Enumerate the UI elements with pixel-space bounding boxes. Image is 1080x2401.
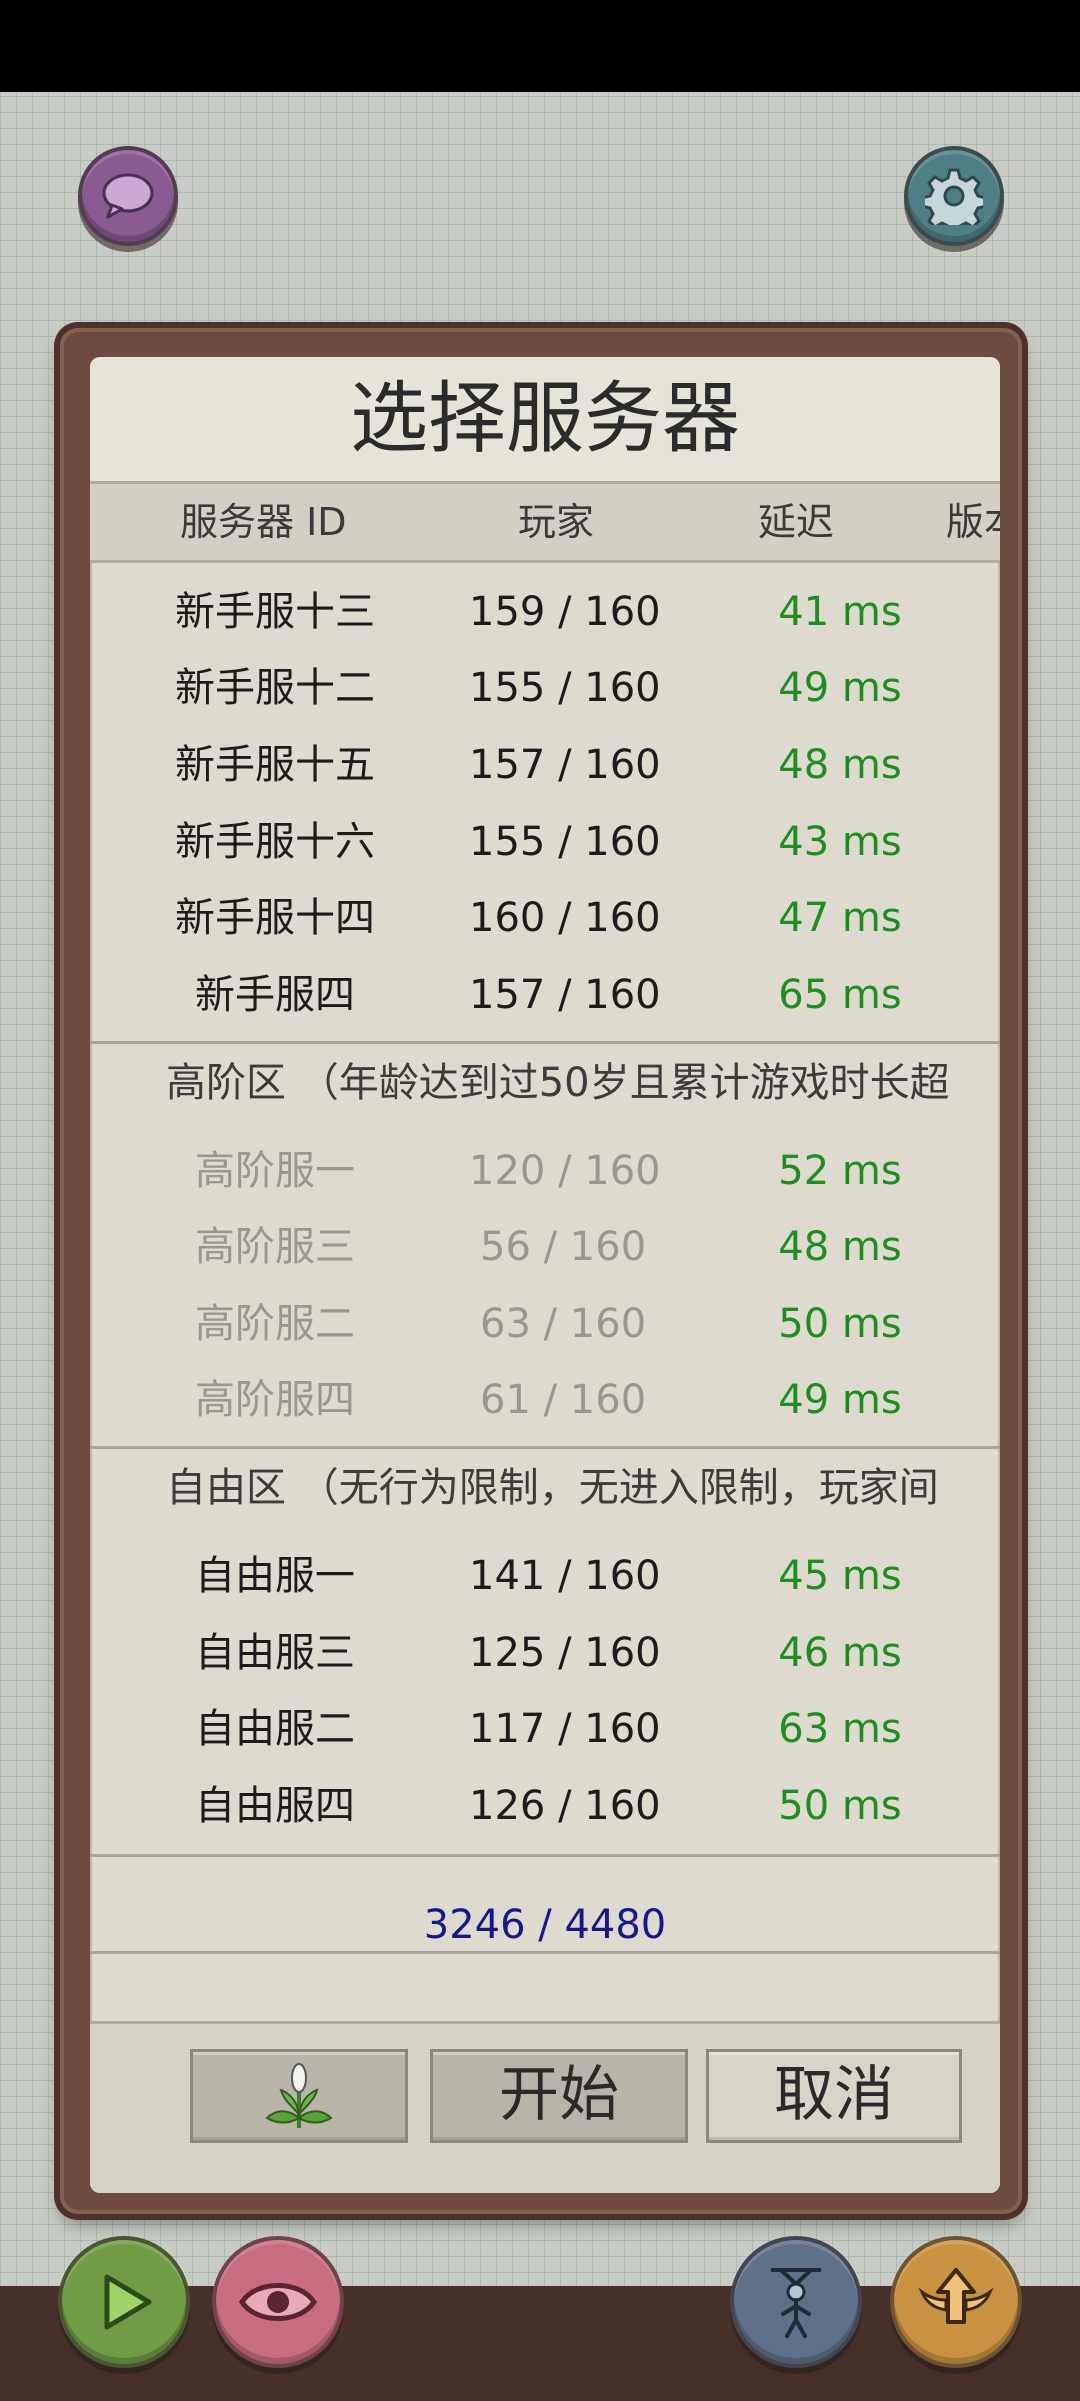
server-select-dialog: 选择服务器 服务器 ID 玩家 延迟 版本 新手服十三 159 / 160 41… [90, 357, 1000, 2193]
server-name: 高阶服一 [195, 1148, 355, 1194]
server-latency: 48 ms [778, 742, 902, 788]
server-name: 高阶服三 [195, 1224, 355, 1270]
server-name: 自由服二 [195, 1706, 355, 1752]
server-name: 新手服四 [195, 972, 355, 1018]
server-name: 新手服十六 [175, 819, 375, 865]
server-latency: 65 ms [778, 972, 902, 1018]
chat-button[interactable] [78, 146, 178, 246]
play-button[interactable] [58, 2236, 190, 2368]
server-name: 自由服三 [195, 1630, 355, 1676]
server-name: 新手服十二 [175, 665, 375, 711]
watch-button[interactable] [212, 2236, 344, 2368]
server-latency: 46 ms [778, 1630, 902, 1676]
winged-arrow-up-icon [918, 2268, 994, 2324]
plant-button[interactable] [190, 2049, 408, 2143]
start-button[interactable]: 开始 [430, 2049, 688, 2143]
server-latency: 47 ms [778, 895, 902, 941]
section-title-free: 自由区 （无行为限制，无进入限制，玩家间 [166, 1465, 939, 1511]
column-server-id: 服务器 ID [180, 500, 347, 544]
server-row[interactable]: 自由服四 126 / 160 50 ms [90, 1768, 1000, 1844]
column-header-row: 服务器 ID 玩家 延迟 版本 [90, 484, 1000, 563]
server-row[interactable]: 自由服二 117 / 160 63 ms [90, 1691, 1000, 1767]
server-latency: 63 ms [778, 1706, 902, 1752]
server-latency: 52 ms [778, 1148, 902, 1194]
gear-icon [925, 168, 983, 225]
server-row[interactable]: 新手服四 157 / 160 65 ms [90, 957, 1000, 1033]
dialog-title: 选择服务器 [90, 357, 1000, 484]
server-name: 新手服十三 [175, 589, 375, 635]
section-divider [90, 1446, 1000, 1449]
upgrade-button[interactable] [890, 2236, 1022, 2368]
server-latency: 50 ms [778, 1301, 902, 1347]
server-latency: 45 ms [778, 1553, 902, 1599]
server-latency: 43 ms [778, 819, 902, 865]
server-latency: 49 ms [778, 1377, 902, 1423]
server-row[interactable]: 新手服十二 155 / 160 49 ms [90, 650, 1000, 726]
section-divider [90, 1854, 1000, 1857]
server-name: 高阶服二 [195, 1301, 355, 1347]
server-latency: 49 ms [778, 665, 902, 711]
server-name: 高阶服四 [195, 1377, 355, 1423]
server-row[interactable]: 自由服一 141 / 160 45 ms [90, 1538, 1000, 1614]
column-players: 玩家 [518, 500, 595, 544]
section-divider [90, 1951, 1000, 1954]
server-name: 新手服十四 [175, 895, 375, 941]
eye-icon [239, 2283, 317, 2321]
column-latency: 延迟 [758, 500, 835, 544]
server-row[interactable]: 自由服三 125 / 160 46 ms [90, 1615, 1000, 1691]
server-latency: 48 ms [778, 1224, 902, 1270]
server-row[interactable]: 高阶服四 61 / 160 49 ms [90, 1362, 1000, 1438]
server-name: 自由服一 [195, 1553, 355, 1599]
puppet-figure-icon [771, 2268, 821, 2338]
server-name: 自由服四 [195, 1783, 355, 1829]
server-row[interactable]: 高阶服一 120 / 160 52 ms [90, 1133, 1000, 1209]
play-icon [104, 2274, 152, 2330]
server-row[interactable]: 高阶服三 56 / 160 48 ms [90, 1209, 1000, 1285]
flower-sprout-icon [265, 2063, 333, 2129]
server-row[interactable]: 新手服十五 157 / 160 48 ms [90, 727, 1000, 803]
server-name: 新手服十五 [175, 742, 375, 788]
server-latency: 50 ms [778, 1783, 902, 1829]
chat-bubble-icon [102, 173, 154, 219]
status-bar [0, 0, 1080, 92]
puppet-button[interactable] [730, 2236, 862, 2368]
section-title-advanced: 高阶区 （年龄达到过50岁且累计游戏时长超 [166, 1060, 950, 1106]
server-row[interactable]: 新手服十六 155 / 160 43 ms [90, 804, 1000, 880]
section-divider [90, 1041, 1000, 1044]
column-version: 版本 [946, 500, 1000, 544]
cancel-button[interactable]: 取消 [706, 2049, 962, 2143]
server-row[interactable]: 高阶服二 63 / 160 50 ms [90, 1286, 1000, 1362]
server-row[interactable]: 新手服十四 160 / 160 47 ms [90, 880, 1000, 956]
settings-button[interactable] [904, 146, 1004, 246]
server-latency: 41 ms [778, 589, 902, 635]
server-row[interactable]: 新手服十三 159 / 160 41 ms [90, 574, 1000, 650]
